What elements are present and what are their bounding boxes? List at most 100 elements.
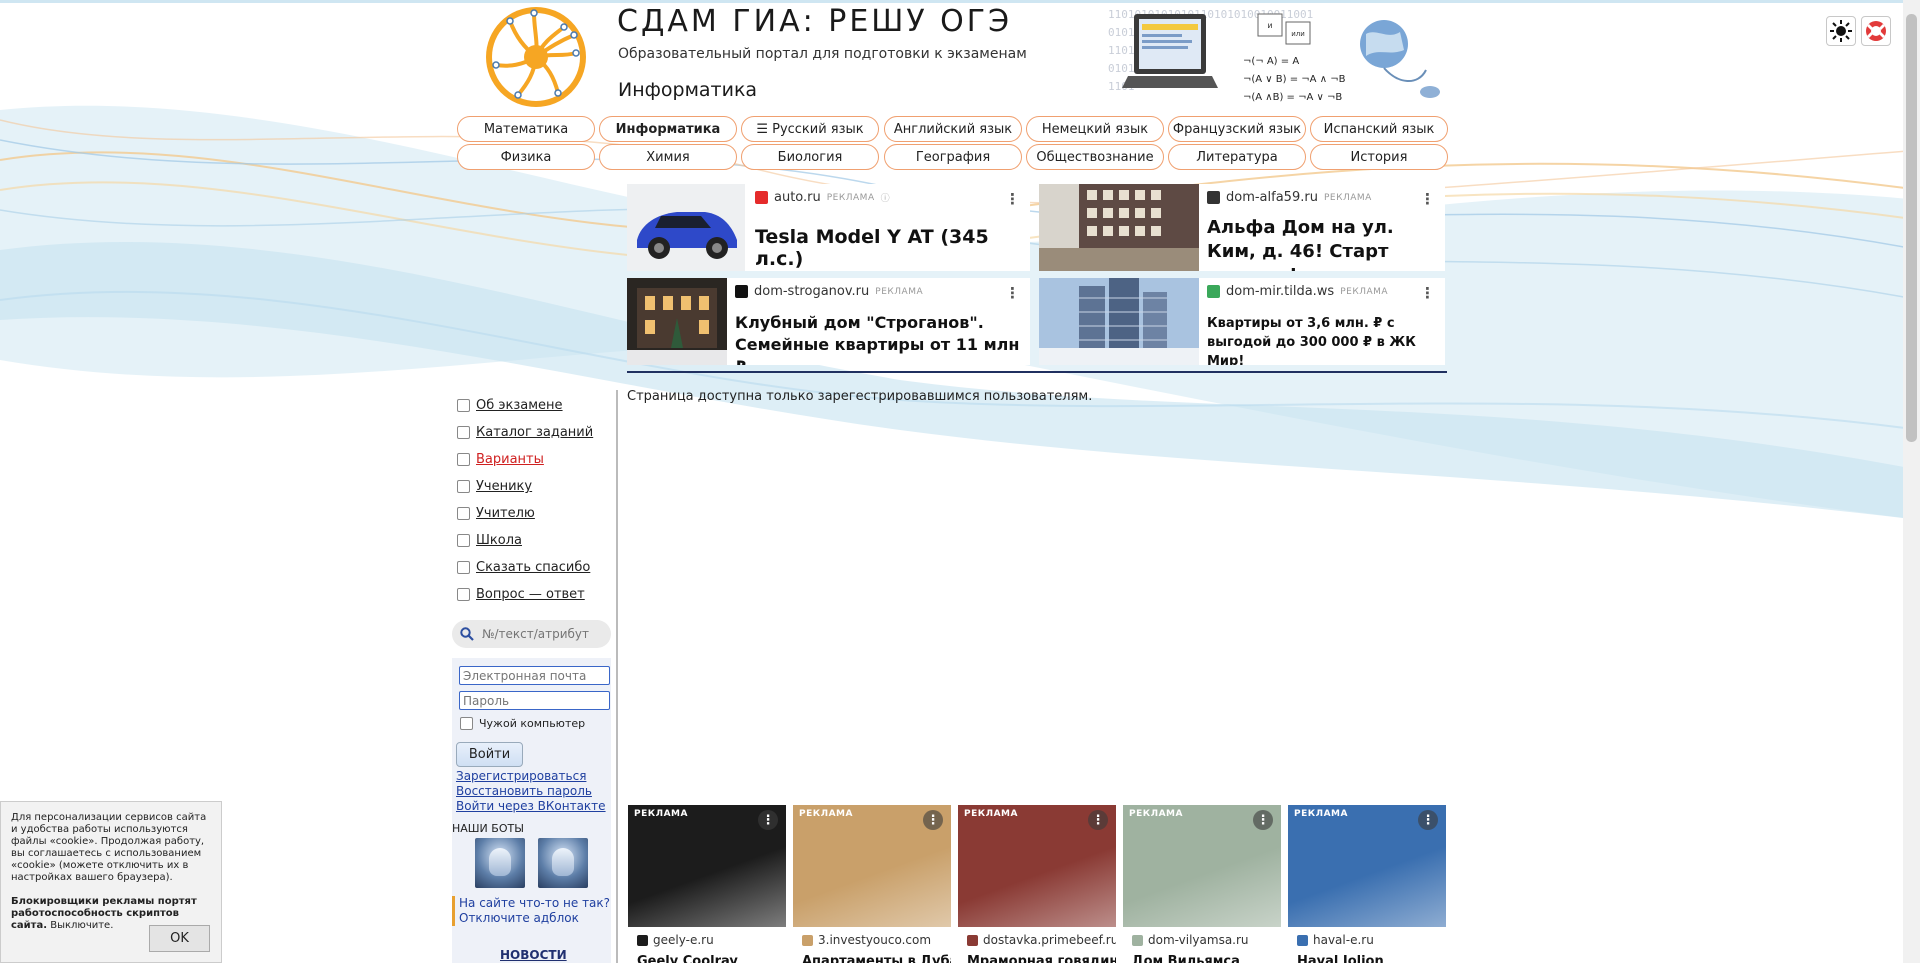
sidebar-menu-label[interactable]: Школа	[476, 533, 522, 548]
theme-toggle-button[interactable]	[1826, 16, 1856, 46]
site-logo-icon[interactable]	[484, 5, 588, 109]
sidebar-menu-label[interactable]: Варианты	[476, 452, 544, 467]
ad-menu-icon[interactable]: ⋮	[758, 810, 778, 830]
ad-card[interactable]: auto.ru РЕКЛАМА ⓘ ⋮ Tesla Model Y AT (345 …	[627, 184, 1030, 271]
subject-tab[interactable]: Физика	[457, 144, 595, 170]
report-line-2[interactable]: Отключите адблок	[459, 911, 611, 926]
menu-toggle-checkbox[interactable]	[457, 453, 470, 466]
search-icon[interactable]	[460, 627, 474, 641]
ad-image-car	[627, 184, 745, 271]
cookie-ok-button[interactable]: OK	[149, 925, 210, 952]
sidebar-menu-label[interactable]: Учителю	[476, 506, 535, 521]
help-button[interactable]	[1861, 16, 1891, 46]
sidebar-menu-item[interactable]: Ученику	[457, 479, 532, 494]
menu-toggle-checkbox[interactable]	[457, 507, 470, 520]
subject-tab[interactable]: Немецкий язык	[1026, 116, 1164, 142]
sidebar-menu-item[interactable]: Школа	[457, 533, 522, 548]
subject-tab[interactable]: Химия	[599, 144, 737, 170]
ad-title[interactable]: Дом Вильямса	[1132, 954, 1240, 963]
news-link[interactable]: НОВОСТИ	[500, 948, 567, 962]
sidebar-separator	[616, 390, 618, 963]
search-box[interactable]	[452, 620, 611, 648]
ad-menu-icon[interactable]: ⋮	[1418, 810, 1438, 830]
subject-tab[interactable]: Информатика	[599, 116, 737, 142]
menu-toggle-checkbox[interactable]	[457, 588, 470, 601]
ad-menu-icon[interactable]: ⋮	[1088, 810, 1108, 830]
subject-tab[interactable]: Математика	[457, 116, 595, 142]
sidebar-menu-label[interactable]: Каталог заданий	[476, 425, 593, 440]
sidebar-menu-item[interactable]: Варианты	[457, 452, 544, 467]
foreign-pc-row[interactable]: Чужой компьютер	[460, 717, 585, 730]
ad-title[interactable]: Tesla Model Y AT (345 л.с.)	[755, 226, 1025, 270]
subject-tab[interactable]: Обществознание	[1026, 144, 1164, 170]
bottom-ad-card[interactable]: РЕКЛАМА ⋮ dostavka.primebeef.ru Мраморная г…	[958, 805, 1116, 963]
ad-title[interactable]: Клубный дом "Строганов". Семейные кварти…	[735, 312, 1025, 365]
info-icon[interactable]: ⓘ	[881, 191, 890, 204]
ad-title[interactable]: Мраморная говядина	[967, 954, 1116, 963]
domain-favicon-icon	[637, 934, 648, 946]
ad-domain: 3.investyouco.com	[818, 933, 932, 947]
scrollbar-thumb[interactable]	[1906, 14, 1917, 442]
sidebar-menu-item[interactable]: Вопрос — ответ	[457, 587, 585, 602]
domain-favicon-icon	[967, 934, 978, 946]
menu-toggle-checkbox[interactable]	[457, 426, 470, 439]
menu-toggle-checkbox[interactable]	[457, 561, 470, 574]
bot-avatar-icon[interactable]	[475, 838, 525, 888]
ad-title[interactable]: Haval Jolion	[1297, 954, 1384, 963]
subject-tab[interactable]: Литература	[1168, 144, 1306, 170]
site-title[interactable]: СДАМ ГИА: РЕШУ ОГЭ	[617, 4, 1012, 39]
alfa-favicon-icon	[1207, 191, 1220, 204]
restore-password-link[interactable]: Восстановить пароль	[456, 784, 592, 798]
ad-title[interactable]: Geely Coolray	[637, 954, 738, 963]
menu-toggle-checkbox[interactable]	[457, 480, 470, 493]
bottom-ad-card[interactable]: РЕКЛАМА ⋮ geely-e.ru Geely Coolray	[628, 805, 786, 963]
formula-2: ¬(A ∨ B) = ¬A ∧ ¬B	[1243, 74, 1346, 85]
sidebar-menu-item[interactable]: Каталог заданий	[457, 425, 593, 440]
header-illustration: 1101010101010110101010010011001 0101 110…	[1108, 8, 1440, 103]
bottom-ad-card[interactable]: РЕКЛАМА ⋮ 3.investyouco.com Апартаменты в Д…	[793, 805, 951, 963]
svg-text:0101: 0101	[1108, 26, 1135, 39]
vk-login-link[interactable]: Войти через ВКонтакте	[456, 799, 606, 813]
subject-tab[interactable]: Биология	[741, 144, 879, 170]
ad-menu-icon[interactable]: ⋮	[1005, 192, 1020, 207]
subject-tab[interactable]: Французский язык	[1168, 116, 1306, 142]
bottom-ad-card[interactable]: РЕКЛАМА ⋮ haval-e.ru Haval Jolion	[1288, 805, 1446, 963]
adblock-report[interactable]: На сайте что-то не так? Отключите адблок	[452, 896, 611, 926]
ad-card[interactable]: dom-alfa59.ru РЕКЛАМА ⋮ Альфа Дом на ул. …	[1039, 184, 1445, 271]
subject-tab[interactable]: Испанский язык	[1310, 116, 1448, 142]
ad-menu-icon[interactable]: ⋮	[1420, 192, 1435, 207]
login-button[interactable]: Войти	[456, 742, 523, 767]
sidebar-menu-label[interactable]: Вопрос — ответ	[476, 587, 585, 602]
sidebar-menu-item[interactable]: Учителю	[457, 506, 535, 521]
sidebar-menu-item[interactable]: Сказать спасибо	[457, 560, 590, 575]
subject-tab[interactable]: История	[1310, 144, 1448, 170]
register-link[interactable]: Зарегистрироваться	[456, 769, 586, 783]
email-field[interactable]	[459, 666, 610, 685]
subject-tab[interactable]: ☰ Русский язык	[741, 116, 879, 142]
menu-toggle-checkbox[interactable]	[457, 534, 470, 547]
ad-title[interactable]: Квартиры от 3,6 млн. ₽ с выгодой до 300 …	[1207, 314, 1439, 365]
ad-domain: haval-e.ru	[1313, 933, 1374, 947]
ad-menu-icon[interactable]: ⋮	[1253, 810, 1273, 830]
ad-title[interactable]: Апартаменты в Дубае	[802, 954, 951, 963]
bot-avatar-icon[interactable]	[538, 838, 588, 888]
foreign-pc-checkbox[interactable]	[460, 717, 473, 730]
ad-card[interactable]: dom-stroganov.ru РЕКЛАМА ⋮ Клубный дом "С…	[627, 278, 1030, 365]
access-notice: Страница доступна только зарегестрировав…	[627, 389, 1093, 404]
sidebar-menu-label[interactable]: Сказать спасибо	[476, 560, 590, 575]
subject-tab[interactable]: Английский язык	[884, 116, 1022, 142]
ad-card[interactable]: dom-mir.tilda.ws РЕКЛАМА ⋮ Квартиры от 3,…	[1039, 278, 1445, 365]
sidebar-menu-label[interactable]: Об экзамене	[476, 398, 563, 413]
search-input[interactable]	[482, 627, 602, 641]
menu-toggle-checkbox[interactable]	[457, 399, 470, 412]
sidebar-menu-item[interactable]: Об экзамене	[457, 398, 563, 413]
ad-menu-icon[interactable]: ⋮	[923, 810, 943, 830]
subject-tab[interactable]: География	[884, 144, 1022, 170]
report-line-1[interactable]: На сайте что-то не так?	[459, 896, 611, 911]
bottom-ad-card[interactable]: РЕКЛАМА ⋮ dom-vilyamsa.ru Дом Вильямса	[1123, 805, 1281, 963]
ad-menu-icon[interactable]: ⋮	[1420, 286, 1435, 301]
sidebar-menu-label[interactable]: Ученику	[476, 479, 532, 494]
ad-title[interactable]: Альфа Дом на ул. Ким, д. 46! Старт прода…	[1207, 216, 1432, 271]
ad-menu-icon[interactable]: ⋮	[1005, 286, 1020, 301]
password-field[interactable]	[459, 691, 610, 710]
